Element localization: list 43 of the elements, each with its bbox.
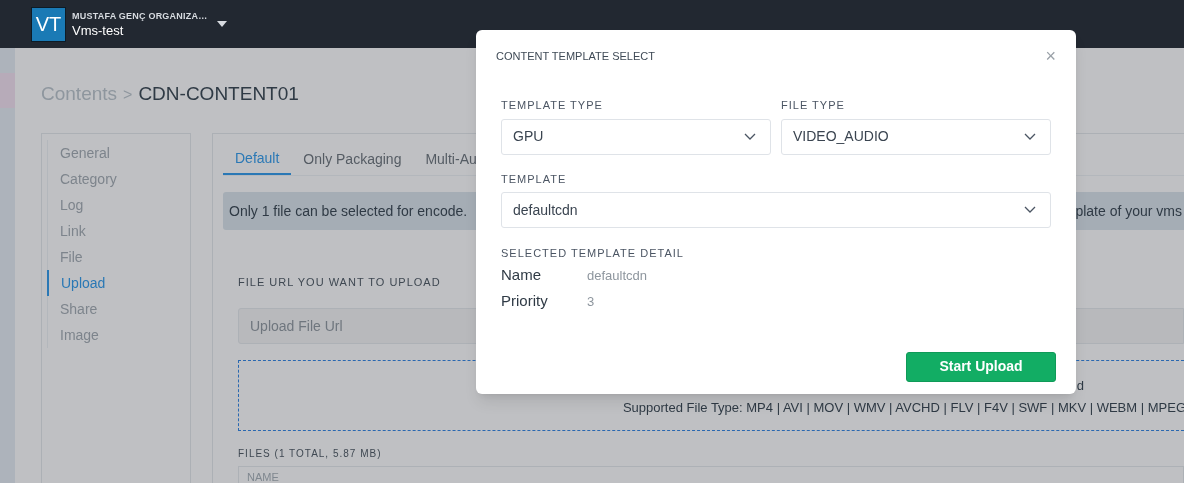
field-label: TEMPLATE bbox=[501, 171, 568, 187]
side-nav-item[interactable]: File bbox=[48, 244, 190, 270]
field-label: FILE TYPE bbox=[781, 98, 846, 113]
detail-value: defaultcdn bbox=[587, 266, 647, 285]
field-label: TEMPLATE TYPE bbox=[501, 98, 604, 113]
select-field[interactable]: GPU bbox=[501, 118, 771, 155]
select-field[interactable]: VIDEO_AUDIO bbox=[781, 118, 1051, 155]
side-nav-item[interactable]: Share bbox=[48, 296, 190, 322]
detail-label: Name bbox=[501, 265, 542, 286]
chevron-down-icon bbox=[744, 132, 756, 141]
column-header: NAME bbox=[246, 470, 279, 483]
page-title: CDN-CONTENT01 bbox=[138, 82, 299, 106]
side-nav-item[interactable]: General bbox=[48, 140, 190, 166]
side-nav-item[interactable]: Log bbox=[48, 192, 190, 218]
org-logo: VT bbox=[31, 6, 66, 42]
files-label: FILES (1 TOTAL, 5.87 MB) bbox=[238, 446, 383, 461]
select-value: defaultcdn bbox=[513, 200, 578, 220]
project-dropdown[interactable] bbox=[217, 21, 228, 27]
chevron-down-icon bbox=[1024, 206, 1036, 214]
select-value: GPU bbox=[513, 127, 544, 146]
breadcrumb-separator: > bbox=[123, 85, 133, 105]
tab[interactable]: Only Packaging bbox=[291, 144, 414, 175]
drop-zone-text: d bbox=[1076, 376, 1084, 395]
project-name: Vms-test bbox=[72, 23, 125, 37]
close-button[interactable]: × bbox=[1045, 47, 1056, 65]
tab[interactable]: Default bbox=[223, 144, 292, 175]
side-nav-item[interactable]: Link bbox=[48, 218, 190, 244]
notice-text: plate of your vms bbox=[1075, 201, 1183, 221]
organization-name: MUSTAFA GENÇ ORGANIZA… bbox=[72, 11, 208, 21]
side-nav-item[interactable]: Category bbox=[48, 166, 190, 192]
start-upload-button[interactable]: Start Upload bbox=[906, 351, 1056, 382]
side-nav-item[interactable]: Image bbox=[48, 322, 190, 348]
section-label: FILE URL YOU WANT TO UPLOAD bbox=[238, 275, 441, 290]
select-value: VIDEO_AUDIO bbox=[793, 127, 889, 146]
side-nav-item[interactable]: Upload bbox=[47, 270, 190, 296]
detail-label: Priority bbox=[501, 291, 549, 312]
select-field[interactable]: defaultcdn bbox=[501, 192, 1051, 228]
caret-icon bbox=[217, 21, 228, 27]
modal-title: CONTENT TEMPLATE SELECT bbox=[496, 48, 655, 64]
notice-text: Only 1 file can be selected for encode. bbox=[229, 201, 468, 221]
chevron-down-icon bbox=[1024, 132, 1036, 141]
detail-value: 3 bbox=[587, 292, 595, 311]
section-label: SELECTED TEMPLATE DETAIL bbox=[501, 246, 685, 261]
